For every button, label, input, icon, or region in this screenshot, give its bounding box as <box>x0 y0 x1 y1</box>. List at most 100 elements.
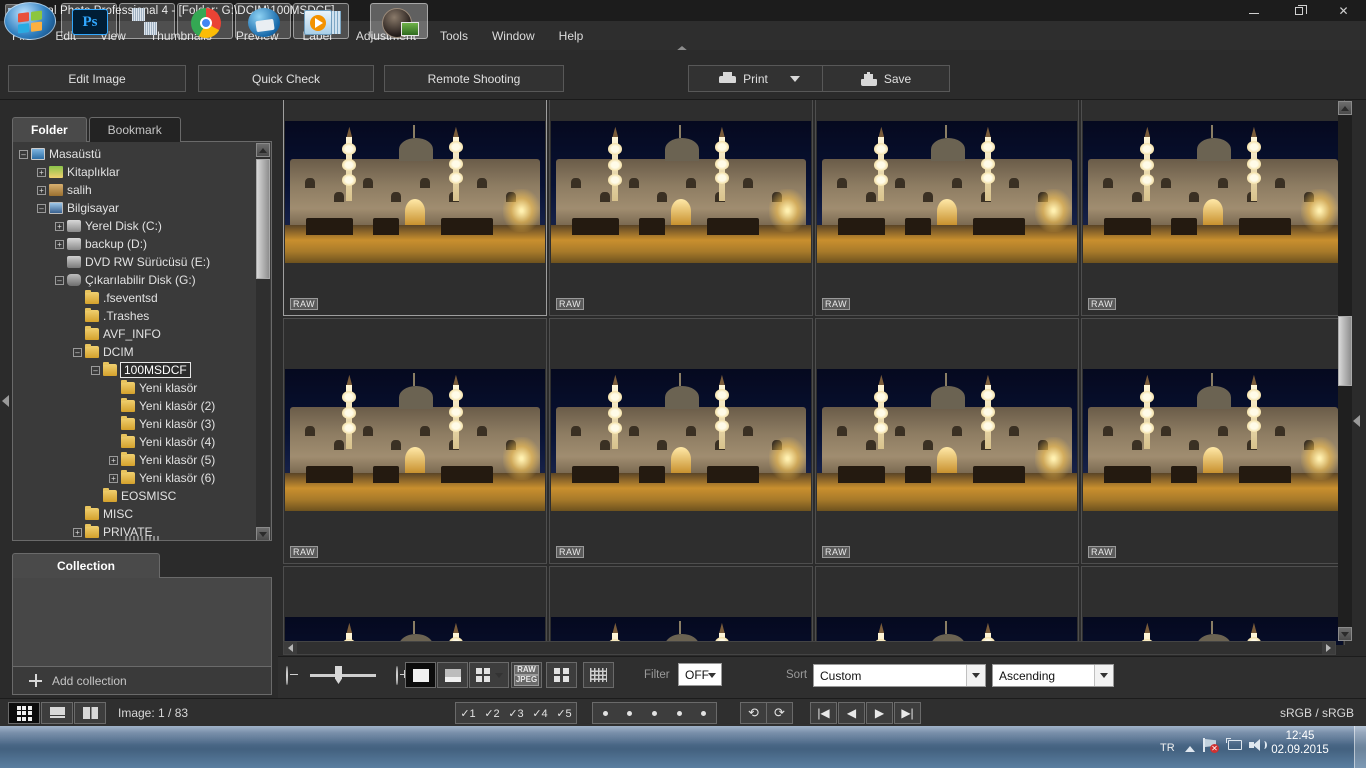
nav-first-button[interactable]: |◀ <box>810 702 837 724</box>
thumbnail-item[interactable]: RAW <box>815 566 1079 645</box>
check-mark-2[interactable]: ✓2 <box>484 707 499 720</box>
rating-dot[interactable] <box>602 710 608 716</box>
check-mark-1[interactable]: ✓1 <box>460 707 475 720</box>
thumbnail-item[interactable]: RAW <box>283 566 547 645</box>
taskbar-item-files[interactable] <box>119 3 175 39</box>
sort-field-dropdown[interactable]: Custom <box>813 664 986 687</box>
tree-node[interactable]: + backup (D:) <box>13 235 257 253</box>
tree-node[interactable]: + Yerel Disk (C:) <box>13 217 257 235</box>
view-mode-list-button[interactable] <box>469 662 509 688</box>
rating-dot[interactable] <box>627 710 633 716</box>
taskbar-item-photoshop[interactable]: Ps <box>61 3 117 39</box>
tree-node[interactable]: – Bilgisayar <box>13 199 257 217</box>
tree-node[interactable]: EOSMISC <box>13 487 257 505</box>
thumbnail-item[interactable]: RAW <box>283 318 547 564</box>
nav-prev-button[interactable]: ◀ <box>838 702 865 724</box>
thumbnail-item[interactable]: RAW <box>549 566 813 645</box>
tree-node[interactable]: Yeni klasör <box>13 379 257 397</box>
chevron-down-icon[interactable] <box>1094 665 1113 686</box>
tree-node[interactable]: + Yeni klasör (5) <box>13 451 257 469</box>
tab-bookmark[interactable]: Bookmark <box>88 117 181 142</box>
tray-expand-icon[interactable] <box>1185 746 1195 752</box>
scroll-up-icon[interactable] <box>256 143 270 157</box>
thumbnail-item[interactable]: RAW <box>549 100 813 316</box>
multi-grid-button[interactable] <box>546 662 577 688</box>
menu-item-help[interactable]: Help <box>548 25 595 47</box>
grid-scroll-left-icon[interactable] <box>284 642 297 654</box>
layout-horizontal-button[interactable] <box>41 702 73 724</box>
thumbnail-item[interactable]: RAW <box>549 318 813 564</box>
start-button[interactable] <box>4 2 56 40</box>
tree-node[interactable]: – DCIM <box>13 343 257 361</box>
tree-node[interactable]: .fseventsd <box>13 289 257 307</box>
grid-scroll-thumb[interactable] <box>1338 316 1352 386</box>
check-mark-4[interactable]: ✓4 <box>532 707 547 720</box>
show-desktop-button[interactable] <box>1354 726 1366 768</box>
tree-node[interactable]: – 100MSDCF <box>13 361 257 379</box>
taskbar-item-media-player[interactable] <box>293 3 349 39</box>
tree-node[interactable]: Yeni klasör (3) <box>13 415 257 433</box>
expand-icon[interactable]: + <box>37 185 46 195</box>
rating-dot[interactable] <box>651 710 657 716</box>
add-collection-button[interactable]: Add collection <box>12 667 272 695</box>
taskbar-item-chrome[interactable] <box>177 3 233 39</box>
thumbnail-grid-area[interactable]: RAW RAW RAW RAW RAW RAW RAW RAW <box>278 100 1366 645</box>
tree-node[interactable]: AVF_INFO <box>13 325 257 343</box>
tab-collection[interactable]: Collection <box>12 553 161 578</box>
rotate-right-button[interactable]: ⟳ <box>766 702 793 724</box>
rating-dot[interactable] <box>701 710 707 716</box>
rotate-left-button[interactable]: ⟲ <box>740 702 767 724</box>
raw-jpeg-toggle-button[interactable]: RAW JPEG <box>511 662 542 688</box>
chevron-down-icon[interactable] <box>966 665 985 686</box>
minimize-button[interactable] <box>1231 0 1276 21</box>
folder-tree-scrollbar[interactable] <box>256 143 270 540</box>
tab-folder[interactable]: Folder <box>12 117 87 142</box>
expand-icon[interactable]: + <box>55 239 64 249</box>
expand-icon[interactable]: + <box>109 473 118 483</box>
remote-shooting-button[interactable]: Remote Shooting <box>384 65 564 92</box>
scroll-thumb[interactable] <box>256 159 270 279</box>
grid-horizontal-scrollbar[interactable] <box>283 641 1336 655</box>
chevron-down-icon[interactable] <box>789 75 800 82</box>
zoom-out-button[interactable] <box>286 666 288 685</box>
thumbnail-item[interactable]: RAW <box>1081 566 1345 645</box>
thumbnail-item[interactable]: RAW <box>815 100 1079 316</box>
sort-order-dropdown[interactable]: Ascending <box>992 664 1114 687</box>
layout-grid-button[interactable] <box>8 702 40 724</box>
chevron-down-icon[interactable] <box>494 672 503 678</box>
scroll-down-icon[interactable] <box>256 527 270 540</box>
tree-node[interactable]: – Masaüstü <box>13 145 257 163</box>
tree-node[interactable]: Yeni klasör (4) <box>13 433 257 451</box>
expand-icon[interactable]: + <box>55 221 64 231</box>
quick-check-button[interactable]: Quick Check <box>198 65 374 92</box>
menu-item-window[interactable]: Window <box>481 25 546 47</box>
check-mark-5[interactable]: ✓5 <box>556 707 571 720</box>
grid-scroll-down-icon[interactable] <box>1338 627 1352 641</box>
collapse-icon[interactable]: – <box>91 365 100 375</box>
grid-scroll-up-icon[interactable] <box>1338 101 1352 115</box>
expand-icon[interactable]: + <box>109 455 118 465</box>
taskbar-item-thunderbird[interactable] <box>235 3 291 39</box>
collapse-icon[interactable]: – <box>19 149 28 159</box>
view-mode-info-button[interactable] <box>437 662 468 688</box>
edit-image-button[interactable]: Edit Image <box>8 65 186 92</box>
left-panel-collapse-icon[interactable] <box>2 395 9 407</box>
print-button[interactable]: Print <box>688 65 831 92</box>
tree-node[interactable]: .Trashes <box>13 307 257 325</box>
expand-icon[interactable]: + <box>73 527 82 537</box>
grid-scroll-right-icon[interactable] <box>1322 642 1335 654</box>
tree-node[interactable]: Yeni klasör (2) <box>13 397 257 415</box>
tree-node[interactable]: + salih <box>13 181 257 199</box>
nav-next-button[interactable]: ▶ <box>866 702 893 724</box>
collection-list[interactable] <box>12 577 272 667</box>
close-button[interactable]: ✕ <box>1321 0 1366 21</box>
checker-grid-button[interactable] <box>583 662 614 688</box>
zoom-slider-track[interactable] <box>310 674 376 677</box>
display-icon[interactable] <box>1226 738 1242 752</box>
view-mode-thumbnail-button[interactable] <box>405 662 436 688</box>
maximize-restore-button[interactable] <box>1276 0 1321 21</box>
collapse-icon[interactable]: – <box>37 203 46 213</box>
layout-vertical-button[interactable] <box>74 702 106 724</box>
collapse-icon[interactable]: – <box>55 275 64 285</box>
panel-resize-handle[interactable] <box>125 536 159 541</box>
